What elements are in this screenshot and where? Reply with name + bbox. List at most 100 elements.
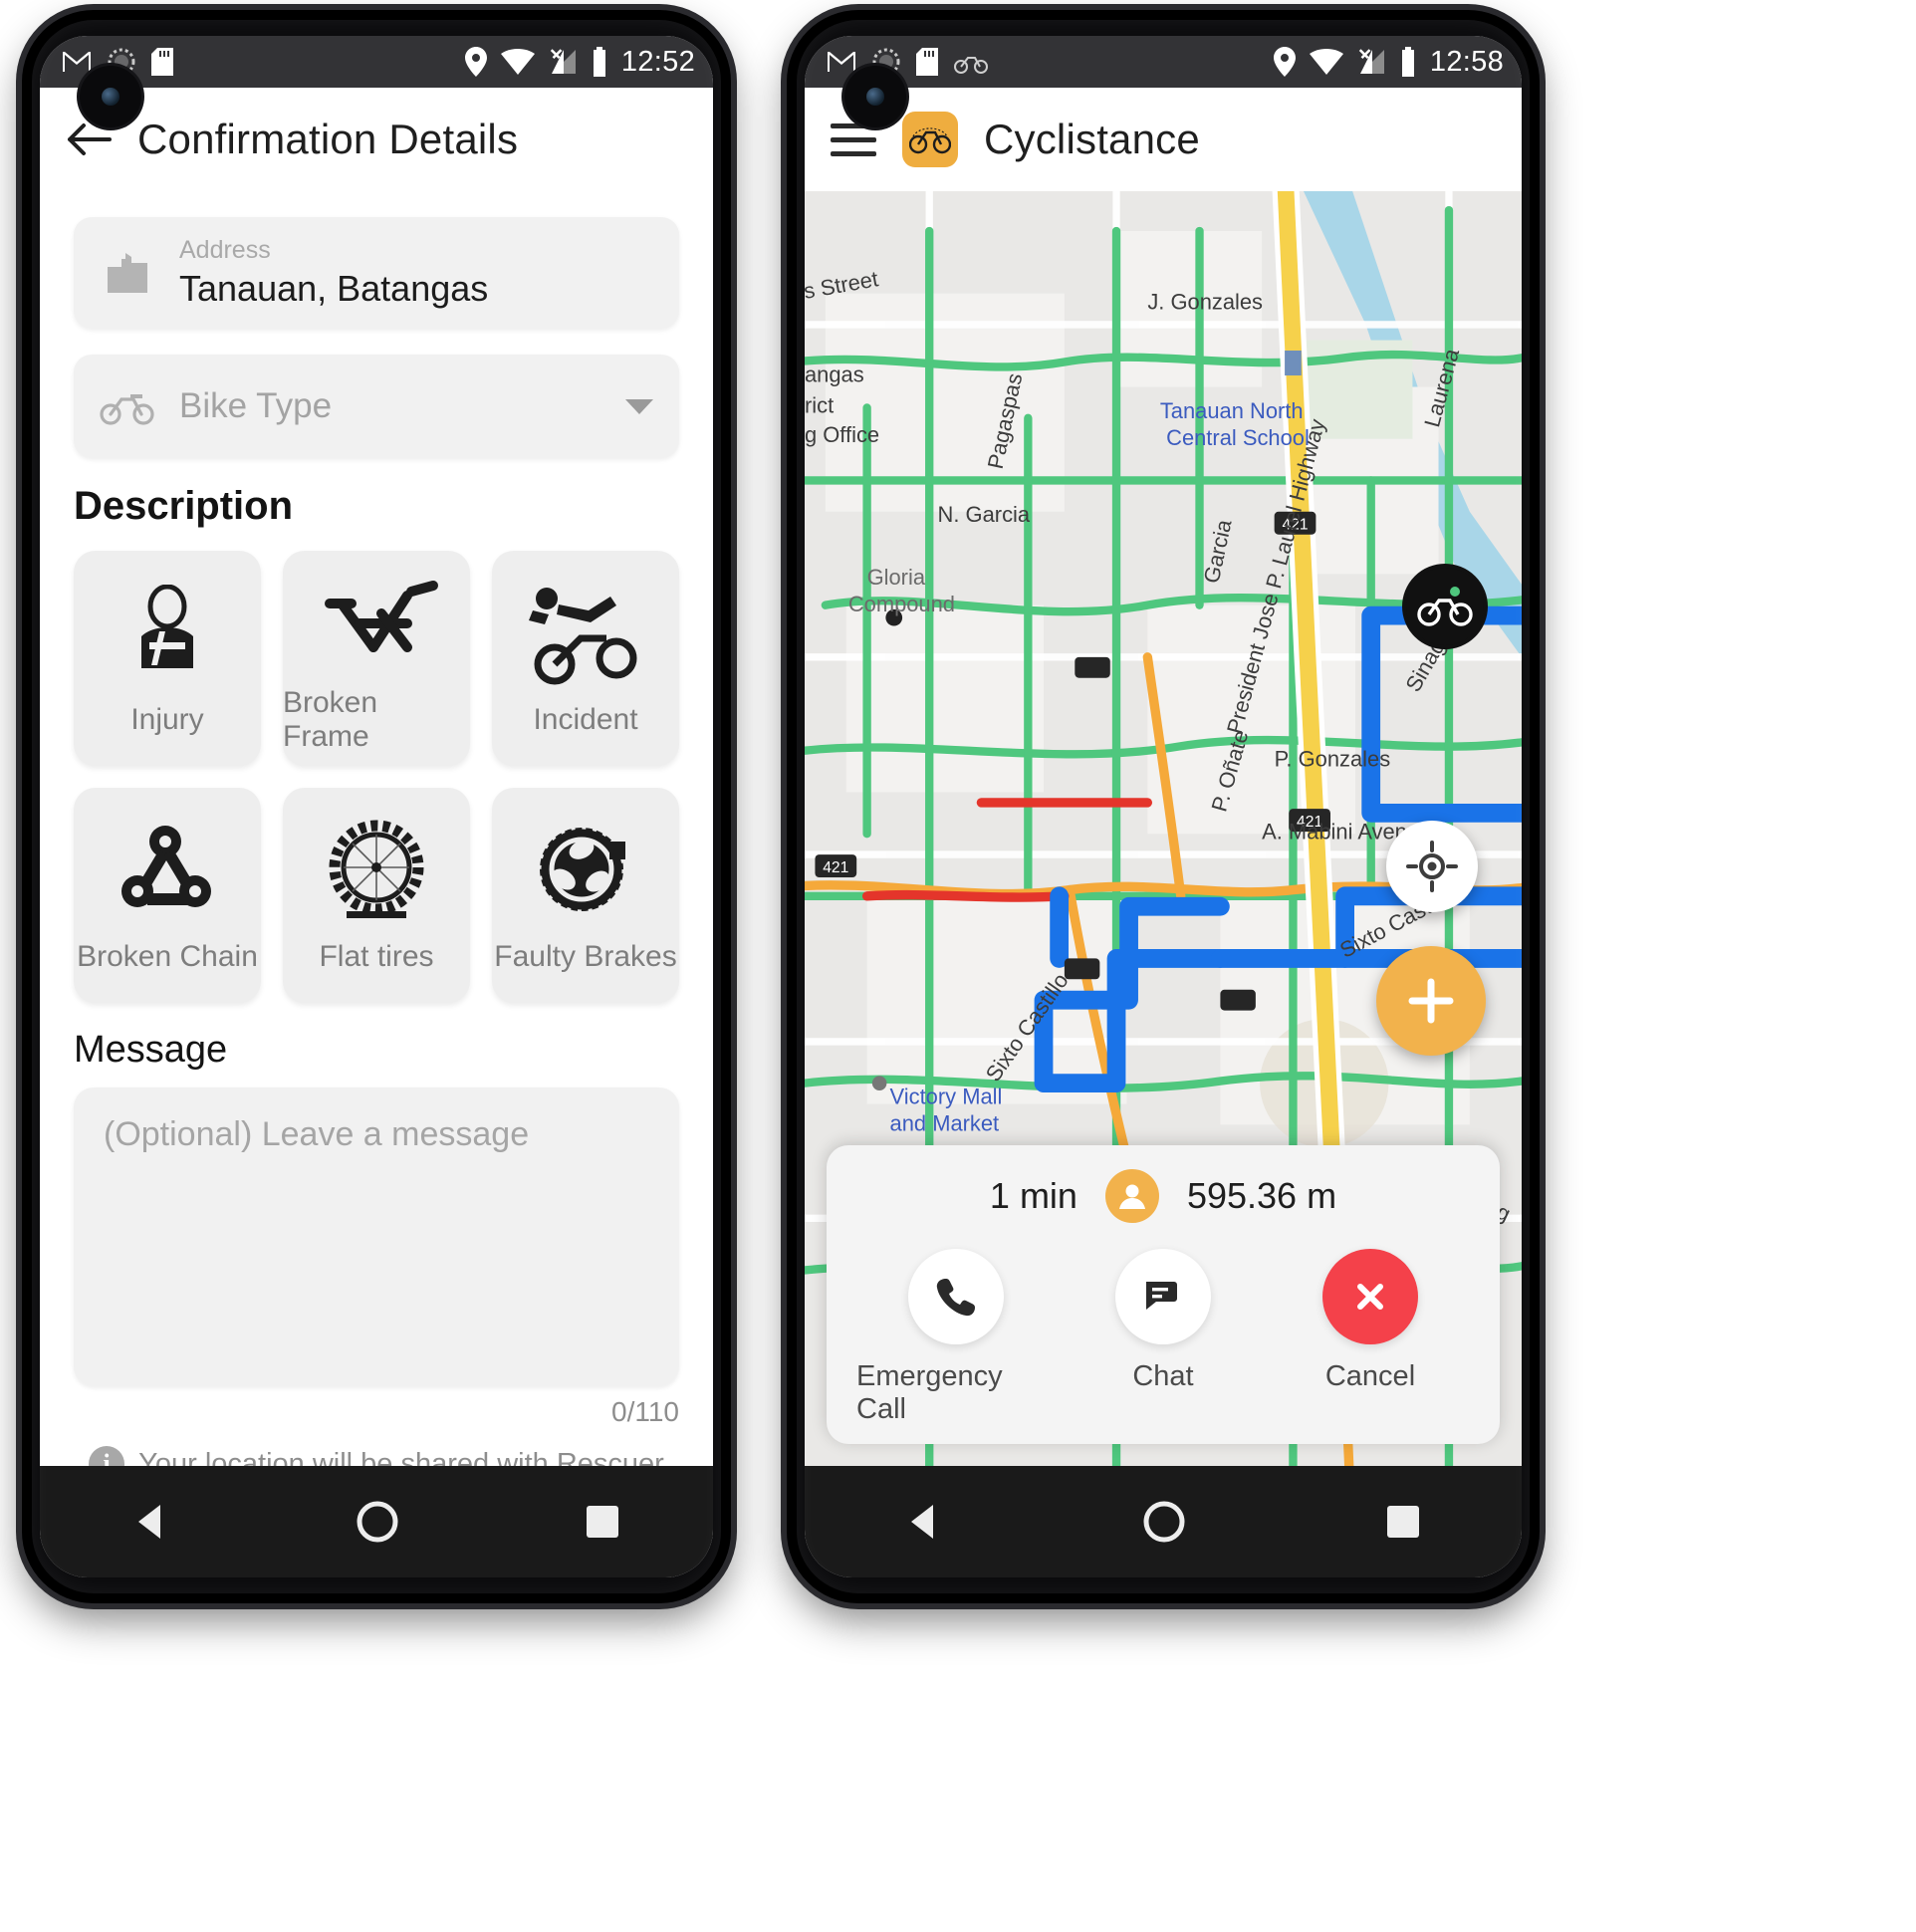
location-pin-icon <box>464 47 487 77</box>
location-pin-icon <box>1273 47 1296 77</box>
svg-text:Tanauan North: Tanauan North <box>1160 398 1304 423</box>
bike-type-field[interactable]: Bike Type <box>74 355 679 459</box>
desc-card-label: Broken Chain <box>77 940 258 974</box>
app-title: Cyclistance <box>984 116 1200 162</box>
brake-disc-icon <box>532 817 639 926</box>
cancel-action[interactable]: Cancel <box>1271 1249 1470 1393</box>
action-label: Chat <box>1132 1360 1194 1392</box>
trip-actions: Emergency Call Chat Cancel <box>852 1249 1474 1426</box>
gmail-icon <box>828 52 855 72</box>
phone-icon <box>908 1249 1004 1344</box>
flat-tire-icon <box>325 817 428 926</box>
svg-text:J. Gonzales: J. Gonzales <box>1147 289 1263 314</box>
user-avatar-icon <box>1104 1169 1159 1223</box>
svg-text:Victory Mall: Victory Mall <box>890 1085 1003 1109</box>
desc-card-broken-chain[interactable]: Broken Chain <box>74 788 261 1004</box>
left-status-bar: 12:52 <box>40 36 713 88</box>
building-icon <box>100 247 155 299</box>
svg-text:and Market: and Market <box>890 1111 1000 1136</box>
home-circle-icon[interactable] <box>1141 1499 1187 1545</box>
home-circle-icon[interactable] <box>355 1499 400 1545</box>
left-screen: 12:52 Confirmation Details Address Tanau… <box>40 36 713 1577</box>
left-app-bar: Confirmation Details <box>40 88 713 191</box>
right-status-bar: 12:58 <box>805 36 1522 88</box>
distance-text: 595.36 m <box>1186 1175 1337 1216</box>
back-triangle-icon[interactable] <box>903 1501 945 1543</box>
desc-card-injury[interactable]: Injury <box>74 551 261 767</box>
screenshot-stage: 12:52 Confirmation Details Address Tanau… <box>0 0 1916 1932</box>
back-triangle-icon[interactable] <box>130 1501 172 1543</box>
recents-square-icon[interactable] <box>1383 1502 1423 1542</box>
message-input[interactable]: (Optional) Leave a message <box>74 1087 679 1387</box>
cyclistance-bike-logo <box>902 112 958 167</box>
bicycle-icon <box>100 386 155 426</box>
chat-action[interactable]: Chat <box>1064 1249 1263 1393</box>
svg-text:N. Garcia: N. Garcia <box>938 502 1031 527</box>
hamburger-menu-icon[interactable] <box>831 122 876 156</box>
svg-text:421: 421 <box>823 859 848 876</box>
trip-bottom-sheet: 1 min 595.36 m Emergency Call Chat Cance… <box>827 1145 1500 1444</box>
address-label: Address <box>179 236 271 264</box>
add-fab[interactable] <box>1376 946 1486 1056</box>
message-title: Message <box>74 1029 228 1072</box>
desc-card-label: Injury <box>130 703 204 737</box>
broken-bike-frame-icon <box>312 563 441 672</box>
desc-card-faulty-brakes[interactable]: Faulty Brakes <box>492 788 679 1004</box>
right-nav-bar <box>805 1466 1522 1577</box>
person-injured-icon <box>121 580 213 689</box>
sd-card-icon <box>151 48 173 76</box>
emergency-call-action[interactable]: Emergency Call <box>856 1249 1056 1426</box>
eta-text: 1 min <box>989 1175 1078 1216</box>
left-nav-bar <box>40 1466 713 1577</box>
chat-icon <box>1115 1249 1211 1344</box>
address-field[interactable]: Address Tanauan, Batangas <box>74 217 679 330</box>
trip-summary: 1 min 595.36 m <box>852 1169 1474 1223</box>
desc-card-incident[interactable]: Incident <box>492 551 679 767</box>
phone-right: 12:58 Cyclistance 421 421 421 s Street J… <box>787 10 1540 1603</box>
info-icon: i <box>89 1446 125 1466</box>
notice-text: Your location will be shared with Rescue… <box>138 1447 664 1466</box>
wifi-icon <box>500 49 535 75</box>
right-app-bar: Cyclistance <box>805 88 1522 191</box>
battery-icon <box>593 47 605 77</box>
message-placeholder: (Optional) Leave a message <box>104 1115 530 1154</box>
desc-card-label: Faulty Brakes <box>494 940 677 974</box>
location-share-notice: i Your location will be shared with Resc… <box>74 1446 679 1466</box>
svg-text:g Office: g Office <box>805 422 879 447</box>
desc-card-broken-frame[interactable]: Broken Frame <box>283 551 470 767</box>
description-card-grid: Injury Broken Frame Incident Broken Chai… <box>74 551 679 1004</box>
bike-chain-icon <box>116 817 219 926</box>
my-location-fab[interactable] <box>1386 821 1478 912</box>
svg-text:rict: rict <box>805 393 834 418</box>
bike-type-placeholder: Bike Type <box>179 386 333 426</box>
close-icon <box>1322 1249 1418 1344</box>
desc-card-label: Flat tires <box>319 940 434 974</box>
address-value: Tanauan, Batangas <box>179 268 489 310</box>
left-status-right: 12:52 <box>464 46 695 79</box>
desc-card-label: Broken Frame <box>283 686 378 754</box>
map-view[interactable]: 421 421 421 s Street J. Gonzales angas r… <box>805 191 1522 1466</box>
status-time: 12:58 <box>1429 45 1504 78</box>
confirmation-form: Address Tanauan, Batangas Bike Type Desc… <box>40 191 713 1466</box>
left-camera <box>80 66 141 127</box>
chevron-down-icon[interactable] <box>625 398 653 414</box>
recents-square-icon[interactable] <box>583 1502 622 1542</box>
desc-card-flat-tires[interactable]: Flat tires <box>283 788 470 1004</box>
svg-text:P. Gonzales: P. Gonzales <box>1275 746 1391 771</box>
phone-left: 12:52 Confirmation Details Address Tanau… <box>22 10 731 1603</box>
desc-card-label: Incident <box>533 703 638 737</box>
cell-signal-off-icon <box>1358 49 1384 74</box>
right-status-right: 12:58 <box>1273 46 1504 79</box>
cyclist-marker-icon[interactable] <box>1402 564 1488 649</box>
svg-text:Compound: Compound <box>848 592 955 616</box>
bicycle-icon <box>954 57 988 74</box>
svg-text:Central School: Central School <box>1166 425 1310 450</box>
wifi-icon <box>1309 49 1343 75</box>
description-title: Description <box>74 484 294 529</box>
cell-signal-off-icon <box>550 49 576 74</box>
action-label: Emergency Call <box>856 1360 1003 1425</box>
battery-icon <box>1401 47 1414 77</box>
right-camera <box>844 66 906 127</box>
svg-text:Gloria: Gloria <box>867 565 926 590</box>
status-time: 12:52 <box>620 45 695 78</box>
